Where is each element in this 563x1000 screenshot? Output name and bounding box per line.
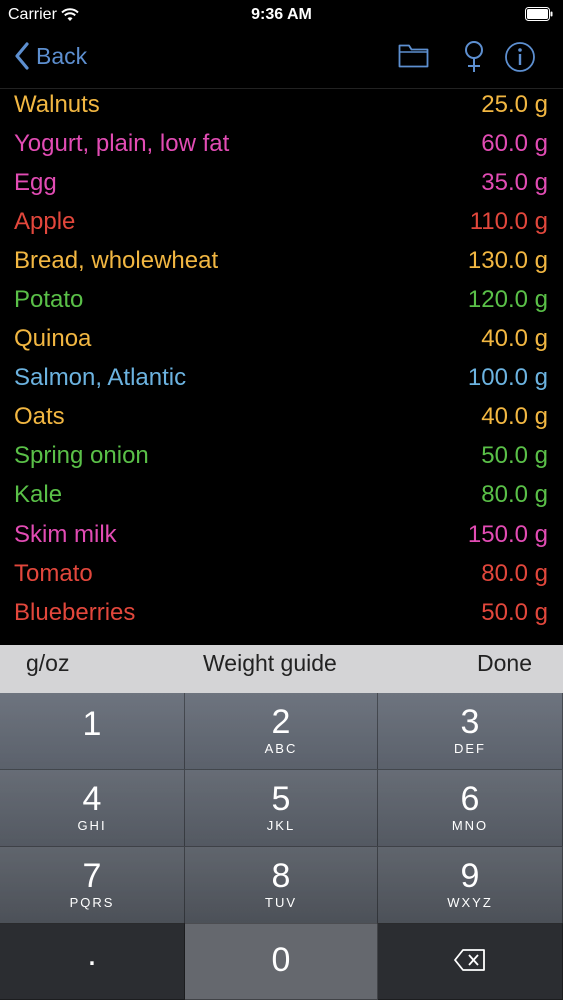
key-digit: 2 — [271, 703, 291, 741]
food-name: Spring onion — [14, 442, 149, 470]
key-letters: TUV — [265, 895, 297, 910]
key-letters: MNO — [451, 818, 489, 833]
food-amount: 25.0 g — [481, 90, 548, 118]
key-4[interactable]: 4 GHI — [0, 770, 185, 847]
status-bar: Carrier 9:36 AM — [0, 0, 563, 30]
food-name: Apple — [14, 207, 76, 235]
unit-toggle-button[interactable]: g/oz — [26, 645, 69, 693]
key-7[interactable]: 7 PQRS — [0, 847, 185, 924]
food-name: Bread, wholewheat — [14, 246, 219, 274]
food-name: Tomato — [14, 559, 93, 587]
food-amount: 60.0 g — [481, 129, 548, 157]
list-item[interactable]: Salmon, Atlantic 100.0 g — [0, 359, 563, 398]
key-3[interactable]: 3 DEF — [378, 693, 563, 770]
food-amount: 80.0 g — [481, 481, 548, 509]
food-amount: 35.0 g — [481, 168, 548, 196]
decimal-key-label: . — [87, 935, 97, 973]
food-name: Potato — [14, 286, 84, 314]
decimal-key[interactable]: . — [0, 923, 185, 1000]
key-letters: PQRS — [69, 895, 115, 910]
key-digit: 9 — [460, 857, 480, 895]
list-item[interactable]: Skim milk 150.0 g — [0, 515, 563, 554]
food-amount: 40.0 g — [481, 403, 548, 431]
list-item[interactable]: Egg 35.0 g — [0, 163, 563, 202]
food-amount: 40.0 g — [481, 325, 548, 353]
list-item[interactable]: Kale 80.0 g — [0, 476, 563, 515]
battery-icon — [525, 7, 553, 21]
food-name: Yogurt, plain, low fat — [14, 129, 230, 157]
chevron-left-icon — [15, 42, 29, 70]
food-amount: 150.0 g — [467, 520, 548, 548]
food-name: Oats — [14, 403, 65, 431]
back-button[interactable]: Back — [14, 42, 87, 70]
key-2[interactable]: 2 ABC — [185, 693, 378, 770]
key-letters: WXYZ — [447, 895, 493, 910]
key-digit: 6 — [460, 780, 480, 818]
weight-guide-button[interactable]: Weight guide — [203, 645, 337, 693]
key-digit: 1 — [82, 705, 102, 743]
folder-icon[interactable] — [398, 43, 429, 68]
food-amount: 120.0 g — [467, 286, 548, 314]
list-item[interactable]: Yogurt, plain, low fat 60.0 g — [0, 124, 563, 163]
food-amount: 100.0 g — [467, 364, 548, 392]
key-letters: ABC — [264, 741, 298, 756]
key-digit: 3 — [460, 703, 480, 741]
food-name: Quinoa — [14, 325, 92, 353]
food-name: Kale — [14, 481, 63, 509]
key-letters: JKL — [266, 818, 296, 833]
food-amount: 50.0 g — [481, 442, 548, 470]
list-item[interactable]: Blueberries 50.0 g — [0, 593, 563, 632]
info-icon[interactable] — [504, 41, 536, 73]
key-digit: 7 — [82, 857, 102, 895]
food-name: Egg — [14, 168, 57, 196]
food-list: Walnuts 25.0 g Yogurt, plain, low fat 60.0 … — [0, 85, 563, 645]
female-symbol-icon[interactable] — [462, 40, 486, 74]
food-amount: 130.0 g — [467, 246, 548, 274]
clock: 9:36 AM — [251, 6, 312, 23]
key-0-label: 0 — [271, 941, 291, 979]
key-5[interactable]: 5 JKL — [185, 770, 378, 847]
back-label: Back — [36, 42, 88, 69]
key-digit: 8 — [271, 857, 291, 895]
delete-key[interactable] — [378, 923, 563, 1000]
list-item[interactable]: Oats 40.0 g — [0, 398, 563, 437]
backspace-icon — [454, 949, 485, 971]
navigation-bar: Back — [0, 30, 563, 89]
keyboard-accessory-bar: g/oz Weight guide Done — [0, 645, 563, 693]
list-item[interactable]: Apple 110.0 g — [0, 202, 563, 241]
key-9[interactable]: 9 WXYZ — [378, 847, 563, 924]
key-1[interactable]: 1 — [0, 693, 185, 770]
done-button[interactable]: Done — [477, 645, 532, 693]
key-digit: 4 — [82, 780, 102, 818]
key-0[interactable]: 0 — [185, 923, 378, 1000]
list-item[interactable]: Tomato 80.0 g — [0, 554, 563, 593]
food-name: Blueberries — [14, 598, 136, 626]
food-name: Walnuts — [14, 90, 100, 118]
list-item[interactable]: Spring onion 50.0 g — [0, 437, 563, 476]
key-letters: GHI — [77, 818, 107, 833]
food-amount: 50.0 g — [481, 598, 548, 626]
list-item[interactable]: Quinoa 40.0 g — [0, 320, 563, 359]
food-name: Salmon, Atlantic — [14, 364, 187, 392]
key-letters: DEF — [454, 741, 486, 756]
key-digit: 5 — [271, 780, 291, 818]
food-name: Skim milk — [14, 520, 117, 548]
list-item[interactable]: Walnuts 25.0 g — [0, 85, 563, 124]
list-item[interactable]: Potato 120.0 g — [0, 280, 563, 319]
key-8[interactable]: 8 TUV — [185, 847, 378, 924]
numeric-keypad: . 0 1 2 ABC 3 DEF 4 GHI 5 JKL 6 MNO 7 PQRS 8 TUV 9 WXYZ — [0, 693, 563, 1000]
list-item[interactable]: Bread, wholewheat 130.0 g — [0, 241, 563, 280]
key-6[interactable]: 6 MNO — [378, 770, 563, 847]
food-amount: 80.0 g — [481, 559, 548, 587]
food-amount: 110.0 g — [469, 207, 548, 235]
